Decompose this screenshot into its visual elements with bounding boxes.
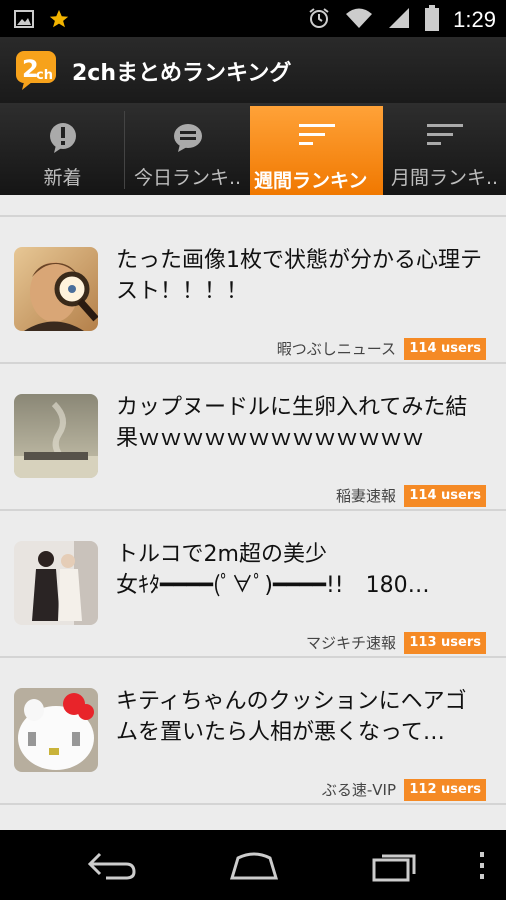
article-title: トルコで2m超の美少 女ｷﾀ━━━━(ﾟ∀ﾟ)━━━━!! 180… xyxy=(116,542,430,598)
list-item[interactable]: トルコで2m超の美少 女ｷﾀ━━━━(ﾟ∀ﾟ)━━━━!! 180… マジキチ速… xyxy=(0,511,506,656)
tab-monthly-ranking[interactable]: 月間ランキ.. xyxy=(383,103,506,195)
navigation-bar xyxy=(0,830,506,900)
overflow-menu-button[interactable] xyxy=(478,852,486,884)
article-list: たった画像1枚で状態が分かる心理テ スト！！！！ 暇つぶしニュース 114 us… xyxy=(0,195,506,830)
tab-weekly-ranking-label: 週間ランキン xyxy=(254,170,368,192)
article-source: 稲妻速報 xyxy=(335,487,396,505)
list-item[interactable]: たった画像1枚で状態が分かる心理テ スト！！！！ 暇つぶしニュース 114 us… xyxy=(0,217,506,362)
home-button[interactable] xyxy=(228,848,280,886)
status-bar: 1:29 xyxy=(0,0,506,37)
signal-icon xyxy=(387,6,411,34)
list-item[interactable]: カップヌードルに生卵入れてみた結 果ｗｗｗｗｗｗｗｗｗｗｗｗｗ 稲妻速報 114… xyxy=(0,364,506,509)
article-thumbnail xyxy=(14,541,98,625)
article-source: ぶる速-VIP xyxy=(321,781,396,799)
article-thumbnail xyxy=(14,247,98,331)
tab-today-ranking-label: 今日ランキ.. xyxy=(133,167,242,189)
article-thumbnail xyxy=(14,394,98,478)
battery-icon xyxy=(425,5,440,35)
ranking-lines-icon xyxy=(297,121,337,155)
tab-today-ranking[interactable]: 今日ランキ.. xyxy=(125,103,250,195)
users-badge: 112 users xyxy=(404,779,486,801)
tab-weekly-ranking[interactable]: 週間ランキン xyxy=(250,106,383,195)
list-item[interactable]: キティちゃんのクッションにヘアゴ ムを置いたら人相が悪くなって… ぶる速-VIP… xyxy=(0,658,506,803)
article-title: カップヌードルに生卵入れてみた結 果ｗｗｗｗｗｗｗｗｗｗｗｗｗ xyxy=(116,395,468,451)
action-bar: 2 ch 2chまとめランキング xyxy=(0,37,506,103)
article-source: マジキチ速報 xyxy=(305,634,396,652)
recent-apps-button[interactable] xyxy=(370,848,422,886)
users-badge: 114 users xyxy=(404,338,486,360)
tab-new-label: 新着 xyxy=(43,167,82,189)
back-button[interactable] xyxy=(86,848,138,886)
exclamation-bubble-icon xyxy=(46,121,80,159)
article-title: たった画像1枚で状態が分かる心理テ スト！！！！ xyxy=(116,248,482,304)
article-thumbnail xyxy=(14,688,98,772)
article-title: キティちゃんのクッションにヘアゴ ムを置いたら人相が悪くなって… xyxy=(116,689,467,745)
chat-bubble-icon xyxy=(171,121,205,159)
tab-bar: 新着 今日ランキ.. 週間ランキン 月間ランキ.. xyxy=(0,103,506,195)
tab-monthly-ranking-label: 月間ランキ.. xyxy=(390,167,499,189)
app-logo-icon: 2 ch xyxy=(14,49,58,91)
clock: 1:29 xyxy=(453,7,496,32)
svg-text:ch: ch xyxy=(36,68,53,83)
users-badge: 113 users xyxy=(404,632,486,654)
star-notification-icon xyxy=(48,8,70,34)
alarm-icon xyxy=(307,6,331,34)
users-badge: 114 users xyxy=(404,485,486,507)
wifi-icon xyxy=(345,6,373,34)
article-source: 暇つぶしニュース xyxy=(276,340,396,358)
app-title: 2chまとめランキング xyxy=(72,61,292,86)
tab-new[interactable]: 新着 xyxy=(0,103,125,195)
image-notification-icon xyxy=(14,9,34,33)
list-divider xyxy=(0,803,506,805)
ranking-lines-icon xyxy=(425,121,465,155)
